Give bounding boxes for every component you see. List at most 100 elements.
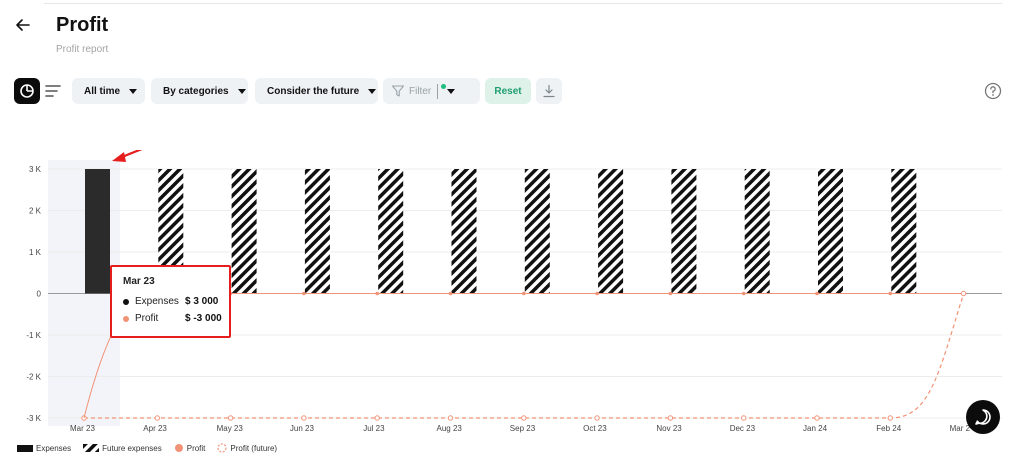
period-dropdown[interactable]: All time [72, 78, 145, 104]
y-tick-label: 1 K [29, 248, 42, 257]
chart-legend: Expenses Future expenses Profit Profit (… [17, 443, 283, 453]
tooltip-value: $ -3 000 [185, 313, 222, 324]
arrow-left-icon[interactable] [12, 14, 34, 36]
grouping-dropdown[interactable]: By categories [151, 78, 248, 104]
x-tick-label: May 23 [217, 424, 244, 433]
profit-point [154, 415, 161, 421]
chevron-down-icon [368, 88, 377, 94]
tooltip-dot-expenses [123, 298, 129, 305]
future-expenses-bar [744, 169, 770, 294]
expenses-bar [85, 169, 110, 294]
profit-future-point [302, 291, 306, 296]
future-dropdown[interactable]: Consider the future [255, 78, 378, 104]
help-circle-icon[interactable] [984, 82, 1002, 100]
y-tick-label: -1 K [26, 331, 41, 340]
tooltip-date: Mar 23 [123, 276, 155, 287]
profit-future-point [375, 291, 380, 296]
x-tick-label: Feb 24 [876, 424, 901, 433]
future-dropdown-label: Consider the future [267, 85, 360, 97]
chevron-down-icon[interactable] [447, 88, 456, 94]
list-icon [45, 85, 61, 97]
profit-point [887, 415, 893, 421]
tooltip-label: Profit [135, 313, 159, 324]
grouping-dropdown-label: By categories [163, 85, 229, 97]
profit-point [667, 415, 674, 421]
chevron-down-icon [237, 88, 246, 94]
tooltip-row-expenses: Expenses $ 3 000 [123, 293, 229, 310]
profit-future-point [741, 291, 746, 296]
legend-label-future-expenses: Future expenses [102, 443, 162, 453]
legend-swatch-expenses [17, 444, 33, 452]
funnel-icon [391, 85, 405, 97]
x-tick-label: Jul 23 [363, 424, 385, 433]
profit-point [227, 415, 234, 421]
page-title: Profit [56, 14, 109, 36]
future-expenses-bar [598, 169, 624, 294]
future-expenses-bar [304, 169, 330, 294]
chevron-down-icon [129, 88, 138, 94]
future-expenses-bar [378, 169, 404, 294]
legend-item-profit[interactable]: Profit [174, 443, 206, 453]
legend-swatch-profit-future [217, 443, 228, 453]
legend-label-profit: Profit [186, 443, 206, 453]
profit-point [521, 415, 527, 421]
y-tick-label: 3 K [29, 165, 42, 174]
y-tick-label: 0 [37, 290, 42, 299]
future-expenses-bar [891, 169, 917, 294]
profit-future-point [888, 291, 893, 296]
list-view-button[interactable] [40, 78, 66, 104]
x-tick-label: Dec 23 [730, 424, 756, 433]
profit-future-point [448, 291, 453, 296]
x-tick-label: Aug 23 [437, 424, 463, 433]
legend-item-expenses[interactable]: Expenses [17, 444, 71, 453]
legend-item-profit-future[interactable]: Profit (future) [217, 443, 277, 453]
tooltip-value: $ 3 000 [185, 296, 219, 307]
profit-point [814, 415, 820, 421]
annotation-arrow [112, 150, 143, 162]
tooltip-row-profit: Profit $ -3 000 [123, 310, 229, 327]
profit-point [301, 415, 307, 421]
pie-view-button[interactable] [14, 78, 40, 104]
future-expenses-bar [231, 169, 257, 294]
chat-bubble-icon [975, 409, 991, 425]
legend-item-future-expenses[interactable]: Future expenses [83, 444, 162, 453]
profit-point [594, 415, 600, 421]
y-tick-label: 2 K [29, 207, 42, 216]
profit-point [741, 415, 747, 421]
y-tick-label: -3 K [26, 414, 41, 423]
profit-future-point [595, 291, 599, 296]
profit-point [960, 290, 967, 297]
x-tick-label: Jun 23 [290, 424, 315, 433]
chart-tooltip: Mar 23 Expenses $ 3 000 Profit $ -3 000 [110, 265, 231, 338]
profit-point [374, 415, 380, 421]
period-dropdown-label: All time [84, 85, 121, 97]
legend-label-expenses: Expenses [36, 443, 72, 453]
future-expenses-bar [524, 169, 550, 294]
future-expenses-bar [671, 169, 697, 294]
pie-chart-icon [20, 84, 34, 98]
legend-label-profit-future: Profit (future) [230, 443, 278, 453]
x-tick-label: Sep 23 [510, 424, 536, 433]
x-tick-label: Apr 23 [143, 424, 167, 433]
tooltip-dot-profit [123, 315, 129, 322]
filter-label: Filter [409, 85, 432, 97]
x-tick-label: Oct 23 [583, 424, 607, 433]
reset-button[interactable]: Reset [485, 78, 531, 104]
filter-button[interactable]: Filter [383, 78, 480, 104]
x-tick-label: Jan 24 [803, 424, 828, 433]
page-subtitle: Profit report [56, 44, 109, 55]
future-expenses-bar [451, 169, 477, 294]
download-icon [543, 84, 555, 98]
filter-divider [437, 83, 439, 99]
legend-swatch-profit [174, 444, 183, 452]
filter-active-dot [441, 84, 446, 89]
x-tick-label: Mar 23 [70, 424, 95, 433]
profit-future-point [815, 291, 819, 296]
profit-future-point [522, 291, 526, 296]
future-expenses-bar [818, 169, 843, 294]
y-tick-label: -2 K [26, 373, 41, 382]
download-button[interactable] [536, 78, 562, 104]
profit-future-point [668, 291, 673, 296]
chat-button[interactable] [966, 400, 1000, 434]
tooltip-label: Expenses [135, 296, 179, 307]
